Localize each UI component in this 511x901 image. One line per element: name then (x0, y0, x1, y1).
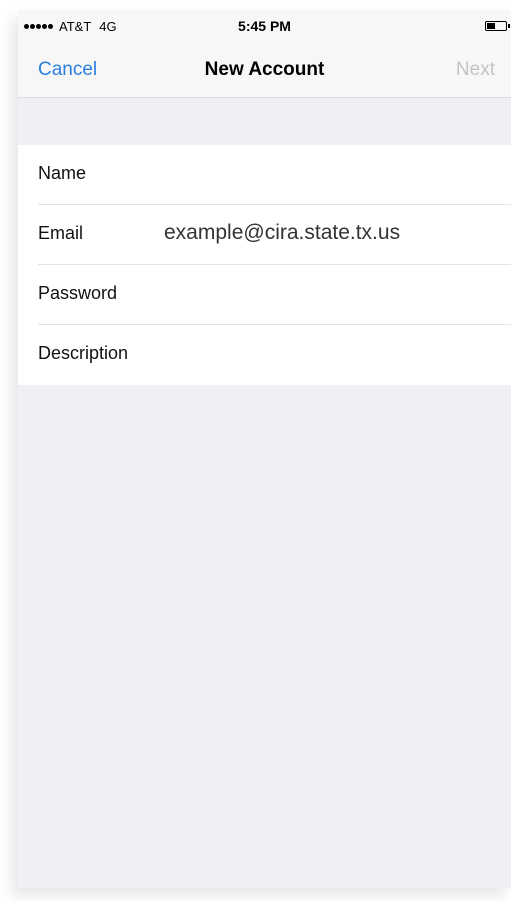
password-field[interactable] (164, 275, 501, 315)
battery-icon (485, 21, 510, 31)
name-field[interactable] (164, 155, 501, 195)
email-field[interactable]: example@cira.state.tx.us (164, 221, 400, 245)
status-bar: AT&T 4G 5:45 PM (18, 10, 511, 46)
email-row[interactable]: Email example@cira.state.tx.us (18, 205, 511, 265)
battery-level (487, 23, 496, 29)
status-time: 5:45 PM (238, 18, 291, 34)
account-form: Name Email example@cira.state.tx.us Pass… (18, 145, 511, 385)
description-field[interactable] (164, 335, 501, 375)
next-button[interactable]: Next (456, 59, 495, 81)
battery-tip (508, 24, 510, 28)
page-title: New Account (204, 59, 325, 80)
name-row[interactable]: Name (18, 145, 511, 205)
navigation-bar: Cancel New Account Next (18, 46, 511, 98)
phone-screen: AT&T 4G 5:45 PM Cancel New Account Next … (18, 10, 511, 888)
password-row[interactable]: Password (18, 265, 511, 325)
description-row[interactable]: Description (18, 325, 511, 385)
email-label: Email (38, 223, 84, 243)
name-label: Name (38, 163, 87, 183)
password-label: Password (38, 283, 118, 303)
description-label: Description (38, 343, 129, 363)
